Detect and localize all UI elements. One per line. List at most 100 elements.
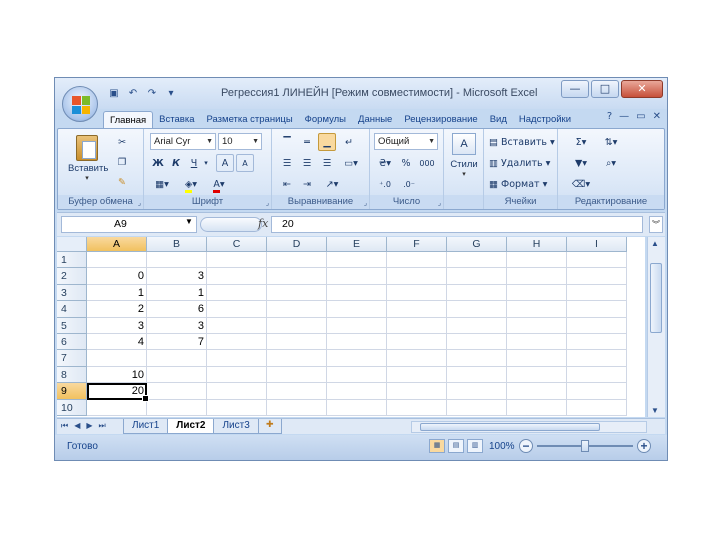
cell-d3[interactable] <box>267 284 327 302</box>
sheet-tab-2[interactable]: Лист2 <box>167 419 215 434</box>
column-header-g[interactable]: G <box>447 237 507 252</box>
cell-a10[interactable] <box>87 399 147 416</box>
scroll-down-icon[interactable]: ▼ <box>651 406 659 415</box>
undo-icon[interactable]: ↶ <box>126 87 140 101</box>
cell-a6[interactable]: 4 <box>87 333 147 351</box>
row-header-1[interactable]: 1 <box>57 252 87 269</box>
clear-icon[interactable]: ⌫▾ <box>570 175 592 193</box>
percent-button[interactable]: % <box>398 154 414 172</box>
column-header-f[interactable]: F <box>387 237 447 252</box>
merge-cells-icon[interactable]: ▭▾ <box>340 154 362 172</box>
cell-h8[interactable] <box>507 366 567 384</box>
borders-icon[interactable]: ▦▾ <box>150 175 174 193</box>
expand-formula-bar-icon[interactable]: ︾ <box>649 216 663 233</box>
vertical-scrollbar[interactable]: ▲ ▼ <box>647 237 665 417</box>
cell-f9[interactable] <box>387 383 447 400</box>
cell-e6[interactable] <box>327 333 387 351</box>
column-header-i[interactable]: I <box>567 237 627 252</box>
column-header-b[interactable]: B <box>147 237 207 252</box>
cell-i1[interactable] <box>567 252 627 269</box>
cell-e2[interactable] <box>327 268 387 285</box>
tab-formulas[interactable]: Формулы <box>299 111 352 128</box>
cell-d9[interactable] <box>267 383 327 400</box>
tab-review[interactable]: Рецензирование <box>398 111 483 128</box>
cell-d6[interactable] <box>267 333 327 351</box>
cell-c9[interactable] <box>207 383 267 400</box>
ribbon-close-icon[interactable]: ✕ <box>653 111 661 122</box>
cell-h4[interactable] <box>507 301 567 318</box>
zoom-level[interactable]: 100% <box>489 441 515 452</box>
bold-button[interactable]: Ж <box>150 154 166 172</box>
name-box-dropdown-icon[interactable]: ▼ <box>185 217 193 226</box>
tab-data[interactable]: Данные <box>352 111 398 128</box>
cell-h3[interactable] <box>507 284 567 302</box>
cell-b1[interactable] <box>147 252 207 269</box>
cell-g1[interactable] <box>447 252 507 269</box>
row-header-7[interactable]: 7 <box>57 350 87 367</box>
row-header-5[interactable]: 5 <box>57 317 87 334</box>
delete-cells-button[interactable]: ▥ Удалить ▾ <box>488 154 551 172</box>
sheet-tab-1[interactable]: Лист1 <box>123 419 169 434</box>
tab-home[interactable]: Главная <box>103 111 154 128</box>
cell-b8[interactable] <box>147 366 207 384</box>
prev-sheet-icon[interactable]: ◀ <box>74 421 80 431</box>
alignment-launcher-icon[interactable]: ⌟ <box>364 199 367 207</box>
tab-addins[interactable]: Надстройки <box>513 111 577 128</box>
maximize-button[interactable]: □ <box>591 80 619 98</box>
cell-c3[interactable] <box>207 284 267 302</box>
cell-h10[interactable] <box>507 399 567 416</box>
copy-icon[interactable]: ❐ <box>112 153 132 171</box>
name-box[interactable]: A9 <box>61 216 197 233</box>
first-sheet-icon[interactable]: ⏮ <box>61 421 68 431</box>
cell-g3[interactable] <box>447 284 507 302</box>
ribbon-restore-icon[interactable]: ▭ <box>636 111 645 122</box>
sort-filter-icon[interactable]: ⇅▾ <box>598 133 624 151</box>
underline-button[interactable]: Ч <box>186 154 202 172</box>
formula-bar-splitter[interactable] <box>200 217 262 232</box>
tab-page-layout[interactable]: Разметка страницы <box>200 111 298 128</box>
font-color-icon[interactable]: A▾ <box>206 175 232 193</box>
cell-a9[interactable]: 20 <box>87 383 149 402</box>
cell-d2[interactable] <box>267 268 327 285</box>
paste-button[interactable]: Вставить ▾ <box>68 135 108 187</box>
cell-h9[interactable] <box>507 383 567 400</box>
cell-b6[interactable]: 7 <box>147 333 207 351</box>
cell-c8[interactable] <box>207 366 267 384</box>
cell-g2[interactable] <box>447 268 507 285</box>
cell-f7[interactable] <box>387 350 447 367</box>
row-header-2[interactable]: 2 <box>57 268 87 285</box>
last-sheet-icon[interactable]: ⏭ <box>99 421 106 431</box>
insert-function-icon[interactable]: fx <box>258 217 268 230</box>
cell-g6[interactable] <box>447 333 507 351</box>
formula-input[interactable]: 20 <box>271 216 643 233</box>
cell-i3[interactable] <box>567 284 627 302</box>
autosum-icon[interactable]: Σ▾ <box>570 133 592 151</box>
thousands-button[interactable]: 000 <box>416 154 438 172</box>
cell-i7[interactable] <box>567 350 627 367</box>
font-name-select[interactable]: Arial Cyr ▼ <box>150 133 216 150</box>
cell-d10[interactable] <box>267 399 327 416</box>
cell-i8[interactable] <box>567 366 627 384</box>
cell-f2[interactable] <box>387 268 447 285</box>
fill-color-icon[interactable]: ◈▾ <box>178 175 204 193</box>
cell-b7[interactable] <box>147 350 207 367</box>
cell-c6[interactable] <box>207 333 267 351</box>
fill-icon[interactable]: ▼▾ <box>570 154 592 172</box>
cell-e5[interactable] <box>327 317 387 334</box>
cell-d8[interactable] <box>267 366 327 384</box>
sheet-tab-3[interactable]: Лист3 <box>213 419 259 434</box>
ribbon-minimize-icon[interactable]: — <box>619 111 629 122</box>
cell-g7[interactable] <box>447 350 507 367</box>
office-button[interactable] <box>62 86 98 122</box>
align-top-icon[interactable]: ▔ <box>278 133 296 151</box>
column-header-c[interactable]: C <box>207 237 267 252</box>
cell-a1[interactable] <box>87 252 147 269</box>
decrease-indent-icon[interactable]: ⇤ <box>278 175 296 193</box>
row-header-6[interactable]: 6 <box>57 333 87 351</box>
cut-icon[interactable]: ✂ <box>112 133 132 151</box>
orientation-icon[interactable]: ↗▾ <box>320 175 344 193</box>
tab-view[interactable]: Вид <box>484 111 513 128</box>
cell-d4[interactable] <box>267 301 327 318</box>
cell-e4[interactable] <box>327 301 387 318</box>
cell-c4[interactable] <box>207 301 267 318</box>
